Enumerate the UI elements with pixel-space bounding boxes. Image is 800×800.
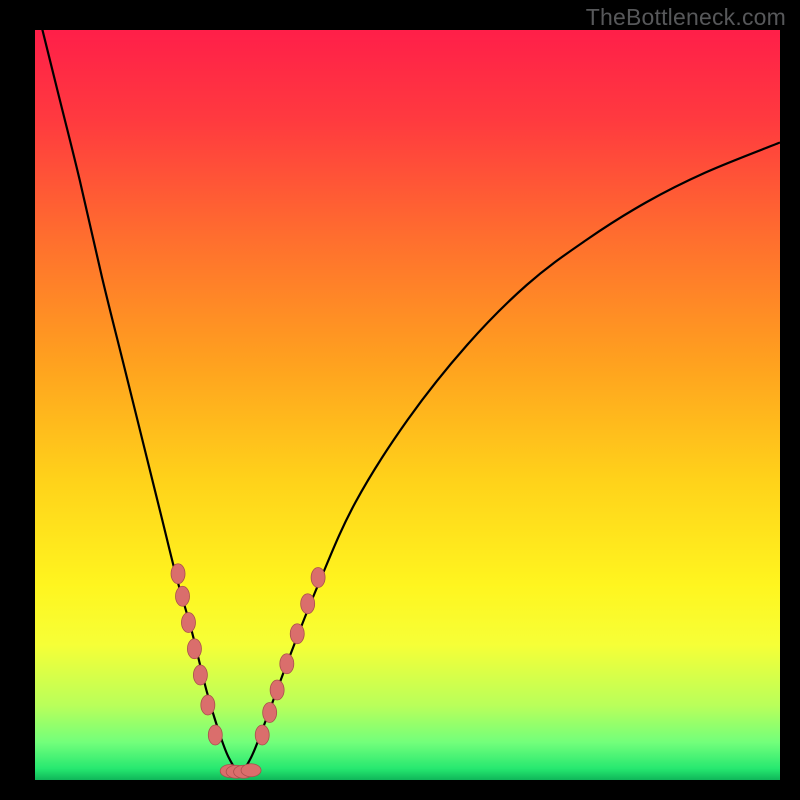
data-marker — [301, 594, 315, 614]
chart-svg — [35, 30, 780, 780]
data-marker — [280, 654, 294, 674]
watermark-text: TheBottleneck.com — [586, 4, 786, 31]
data-marker — [311, 568, 325, 588]
data-marker — [187, 639, 201, 659]
data-marker — [263, 703, 277, 723]
gradient-background — [35, 30, 780, 780]
data-marker — [171, 564, 185, 584]
plot-area — [35, 30, 780, 780]
data-marker — [241, 764, 261, 777]
data-marker — [255, 725, 269, 745]
data-marker — [208, 725, 222, 745]
data-marker — [193, 665, 207, 685]
data-marker — [176, 586, 190, 606]
data-marker — [181, 613, 195, 633]
data-marker — [270, 680, 284, 700]
data-marker — [201, 695, 215, 715]
data-marker — [290, 624, 304, 644]
chart-frame: TheBottleneck.com — [0, 0, 800, 800]
